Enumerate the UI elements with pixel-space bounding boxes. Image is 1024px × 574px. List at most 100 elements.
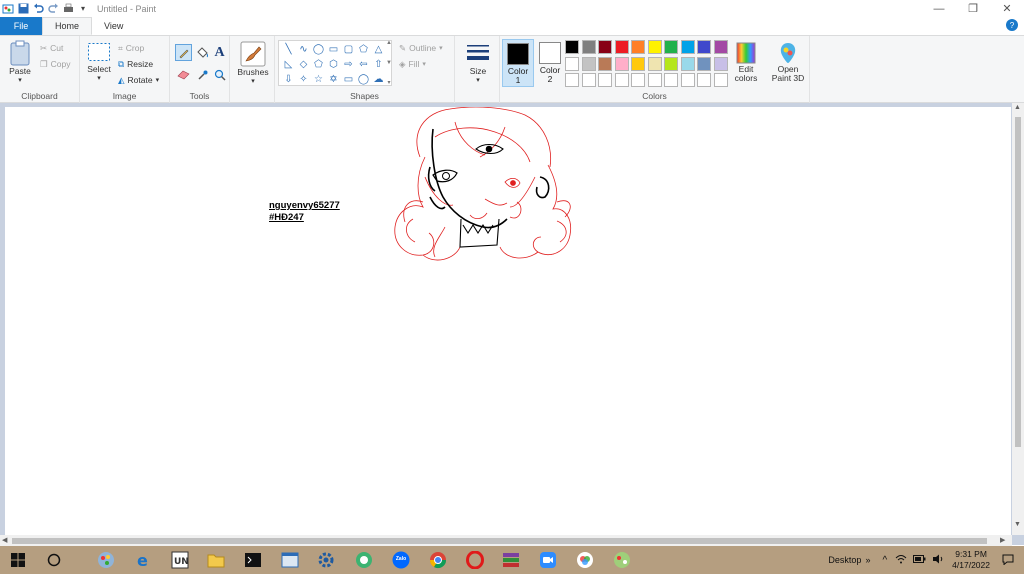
- fill-tool-button[interactable]: [194, 44, 211, 61]
- palette-swatch[interactable]: [565, 73, 579, 87]
- show-hidden-icons-icon[interactable]: ^: [882, 555, 887, 566]
- palette-swatch[interactable]: [713, 40, 728, 54]
- right-triangle-shape-icon[interactable]: ◺: [281, 57, 296, 72]
- copy-button[interactable]: ❐ Copy: [40, 57, 70, 71]
- rounded-rectangle-shape-icon[interactable]: ▢: [341, 42, 356, 57]
- palette-swatch[interactable]: [614, 40, 629, 54]
- rounded-callout-shape-icon[interactable]: ▭: [341, 72, 356, 87]
- color2-button[interactable]: Color 2: [534, 39, 566, 87]
- help-icon[interactable]: ?: [1006, 19, 1018, 31]
- palette-swatch[interactable]: [631, 73, 645, 87]
- line-shape-icon[interactable]: ╲: [281, 42, 296, 57]
- save-icon[interactable]: [17, 3, 29, 15]
- open-paint3d-button[interactable]: Open Paint 3D: [767, 41, 809, 83]
- clock[interactable]: 9:31 PM 4/17/2022: [952, 549, 990, 571]
- palette-swatch[interactable]: [631, 56, 645, 71]
- shapes-expand-icon[interactable]: ▾: [387, 79, 390, 86]
- palette-swatch[interactable]: [664, 56, 678, 71]
- vertical-scrollbar[interactable]: ▲ ▼: [1012, 103, 1024, 535]
- scroll-up-icon[interactable]: ▲: [1014, 104, 1021, 111]
- paint-app-icon[interactable]: [2, 3, 14, 15]
- palette-swatch[interactable]: [581, 56, 596, 71]
- scroll-left-icon[interactable]: ◀: [2, 536, 7, 544]
- close-button[interactable]: ✕: [990, 0, 1024, 17]
- color1-button[interactable]: Color 1: [502, 39, 534, 87]
- search-circle-icon[interactable]: [44, 550, 64, 570]
- vertical-scroll-thumb[interactable]: [1015, 117, 1021, 447]
- chrome-icon[interactable]: [428, 550, 448, 570]
- customize-dropdown-icon[interactable]: ▾: [77, 3, 89, 15]
- toolbar-expand-icon[interactable]: »: [865, 555, 870, 565]
- hexagon-shape-icon[interactable]: ⬡: [326, 57, 341, 72]
- palette-swatch[interactable]: [680, 40, 695, 54]
- rectangle-shape-icon[interactable]: ▭: [326, 42, 341, 57]
- palette-swatch[interactable]: [581, 73, 596, 87]
- restore-button[interactable]: ❐: [956, 0, 990, 17]
- settings-gear-icon[interactable]: [316, 550, 336, 570]
- magnifier-tool-button[interactable]: [211, 66, 228, 83]
- horizontal-scrollbar[interactable]: ◀ ▶: [0, 535, 1012, 546]
- palette-swatch[interactable]: [697, 40, 711, 54]
- horizontal-scroll-thumb[interactable]: [12, 538, 987, 544]
- windows-start-icon[interactable]: [8, 550, 28, 570]
- edit-colors-button[interactable]: Edit colors: [731, 41, 761, 83]
- redo-icon[interactable]: [47, 3, 59, 15]
- oval-shape-icon[interactable]: ◯: [311, 42, 326, 57]
- paint-active-icon[interactable]: [612, 550, 632, 570]
- volume-icon[interactable]: [932, 554, 944, 566]
- cut-button[interactable]: ✂ Cut: [40, 41, 63, 55]
- notification-icon[interactable]: [1002, 554, 1014, 567]
- edge-icon[interactable]: e: [134, 550, 154, 570]
- left-arrow-shape-icon[interactable]: ⇦: [356, 57, 371, 72]
- palette-swatch[interactable]: [664, 73, 678, 87]
- zalo-icon[interactable]: Zalo: [391, 550, 411, 570]
- desktop-toolbar-label[interactable]: Desktop: [828, 555, 861, 565]
- polygon-shape-icon[interactable]: ⬠: [356, 42, 371, 57]
- winrar-icon[interactable]: [501, 550, 521, 570]
- drawing-canvas[interactable]: nguyenvy65277 #HĐ247: [5, 107, 1011, 537]
- zoom-icon[interactable]: [538, 550, 558, 570]
- shapes-gallery[interactable]: ╲ ∿ ◯ ▭ ▢ ⬠ △ ◺ ◇ ⬠ ⬡ ⇨ ⇦ ⇧ ⇩ ✧ ☆ ✡ ▭ ◯ …: [278, 40, 392, 86]
- six-point-star-shape-icon[interactable]: ✡: [326, 72, 341, 87]
- crop-button[interactable]: ⌗ Crop: [118, 41, 144, 55]
- palette-swatch[interactable]: [680, 56, 695, 71]
- palette-swatch[interactable]: [581, 40, 596, 54]
- curve-shape-icon[interactable]: ∿: [296, 42, 311, 57]
- scroll-down-icon[interactable]: ▼: [1014, 521, 1021, 528]
- diamond-shape-icon[interactable]: ◇: [296, 57, 311, 72]
- down-arrow-shape-icon[interactable]: ⇩: [281, 72, 296, 87]
- palette-swatch[interactable]: [680, 73, 695, 87]
- cloud-callout-shape-icon[interactable]: ☁: [371, 72, 386, 87]
- shapes-scroll[interactable]: ▲ ▼ ▾: [385, 40, 393, 86]
- palette-swatch[interactable]: [598, 56, 612, 71]
- tab-file[interactable]: File: [0, 17, 42, 35]
- brushes-button[interactable]: Brushes ▾: [233, 41, 273, 85]
- palette-swatch[interactable]: [631, 40, 645, 54]
- battery-icon[interactable]: [913, 555, 926, 565]
- photos-app-icon[interactable]: [575, 550, 595, 570]
- palette-swatch[interactable]: [565, 40, 579, 54]
- palette-swatch[interactable]: [598, 40, 612, 54]
- palette-swatch[interactable]: [614, 56, 629, 71]
- palette-swatch[interactable]: [565, 56, 579, 71]
- scroll-right-icon[interactable]: ▶: [1000, 536, 1005, 544]
- shapes-scroll-down-icon[interactable]: ▼: [386, 60, 392, 66]
- palette-swatch[interactable]: [713, 73, 728, 87]
- select-button[interactable]: Select ▾: [84, 42, 114, 82]
- green-app-icon[interactable]: [354, 550, 374, 570]
- pentagon-shape-icon[interactable]: ⬠: [311, 57, 326, 72]
- terminal-icon[interactable]: [243, 550, 263, 570]
- palette-swatch[interactable]: [647, 56, 662, 71]
- opera-icon[interactable]: [465, 550, 485, 570]
- tab-view[interactable]: View: [92, 17, 135, 35]
- unikey-icon[interactable]: UN: [170, 550, 190, 570]
- four-point-star-shape-icon[interactable]: ✧: [296, 72, 311, 87]
- palette-swatch[interactable]: [664, 40, 678, 54]
- triangle-shape-icon[interactable]: △: [371, 42, 386, 57]
- palette-swatch[interactable]: [614, 73, 629, 87]
- oval-callout-shape-icon[interactable]: ◯: [356, 72, 371, 87]
- palette-swatch[interactable]: [598, 73, 612, 87]
- minimize-button[interactable]: —: [922, 0, 956, 17]
- five-point-star-shape-icon[interactable]: ☆: [311, 72, 326, 87]
- palette-swatch[interactable]: [713, 56, 728, 71]
